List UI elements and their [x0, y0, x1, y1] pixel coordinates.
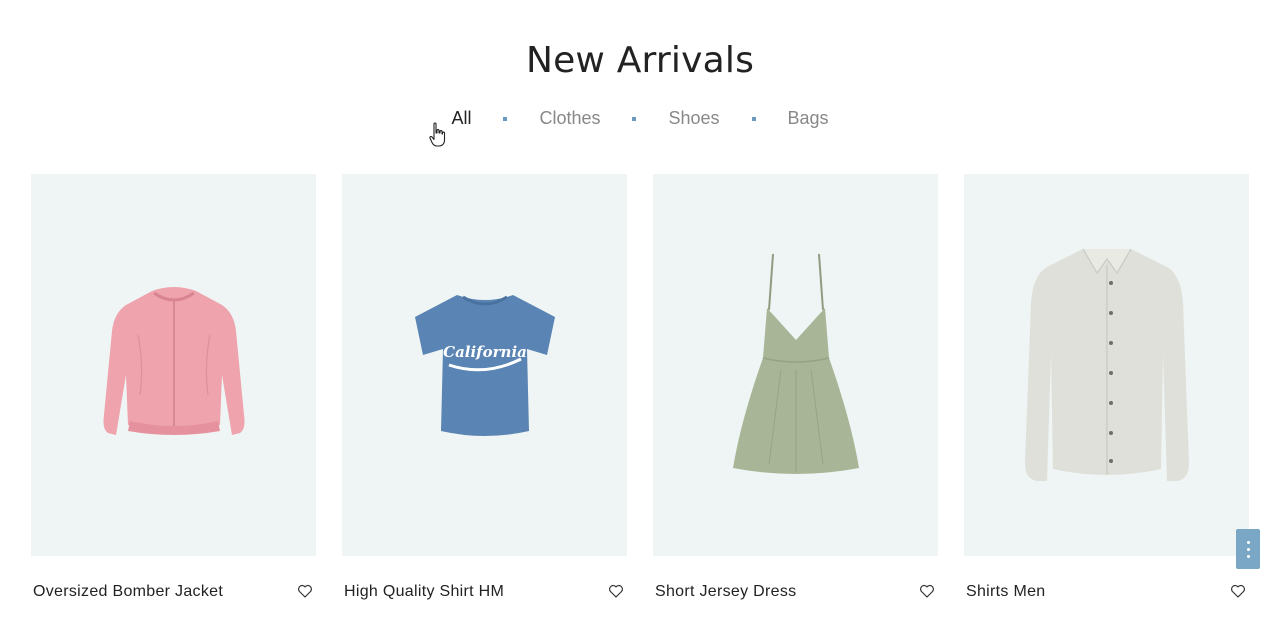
- product-name[interactable]: Shirts Men: [966, 583, 1045, 601]
- section-heading: New Arrivals: [525, 40, 755, 81]
- bomber-jacket-image: [103, 287, 244, 435]
- filter-bags[interactable]: Bags: [786, 108, 831, 129]
- tshirt-print-text: California: [443, 343, 527, 361]
- product-card[interactable]: Shirts Men: [964, 174, 1249, 600]
- product-name[interactable]: Short Jersey Dress: [655, 583, 796, 601]
- dot-icon: [1246, 554, 1250, 558]
- filter-all[interactable]: All: [449, 108, 473, 129]
- dress-image: [732, 253, 859, 474]
- filter-separator: [503, 116, 508, 121]
- product-image[interactable]: [964, 174, 1249, 556]
- product-image[interactable]: California: [342, 174, 627, 556]
- heart-icon[interactable]: [1229, 582, 1247, 600]
- heart-icon[interactable]: [296, 582, 314, 600]
- filter-clothes[interactable]: Clothes: [537, 108, 602, 129]
- button-shirt-image: [1024, 248, 1189, 481]
- category-filter: All Clothes Shoes Bags: [0, 108, 1280, 129]
- product-image[interactable]: [653, 174, 938, 556]
- heart-icon[interactable]: [918, 582, 936, 600]
- product-card[interactable]: Oversized Bomber Jacket: [31, 174, 316, 600]
- tshirt-image: California: [414, 295, 555, 436]
- product-card[interactable]: California High Quality Shirt HM: [342, 174, 627, 600]
- hand-cursor-icon: [429, 122, 446, 147]
- dot-icon: [1246, 547, 1250, 551]
- product-image[interactable]: [31, 174, 316, 556]
- product-name[interactable]: High Quality Shirt HM: [344, 583, 504, 601]
- product-name[interactable]: Oversized Bomber Jacket: [33, 583, 223, 601]
- filter-separator: [751, 116, 756, 121]
- scroll-to-top-button[interactable]: [1236, 529, 1260, 569]
- filter-shoes[interactable]: Shoes: [666, 108, 721, 129]
- dot-icon: [1246, 540, 1250, 544]
- heart-icon[interactable]: [607, 582, 625, 600]
- product-card[interactable]: Short Jersey Dress: [653, 174, 938, 600]
- filter-separator: [632, 116, 637, 121]
